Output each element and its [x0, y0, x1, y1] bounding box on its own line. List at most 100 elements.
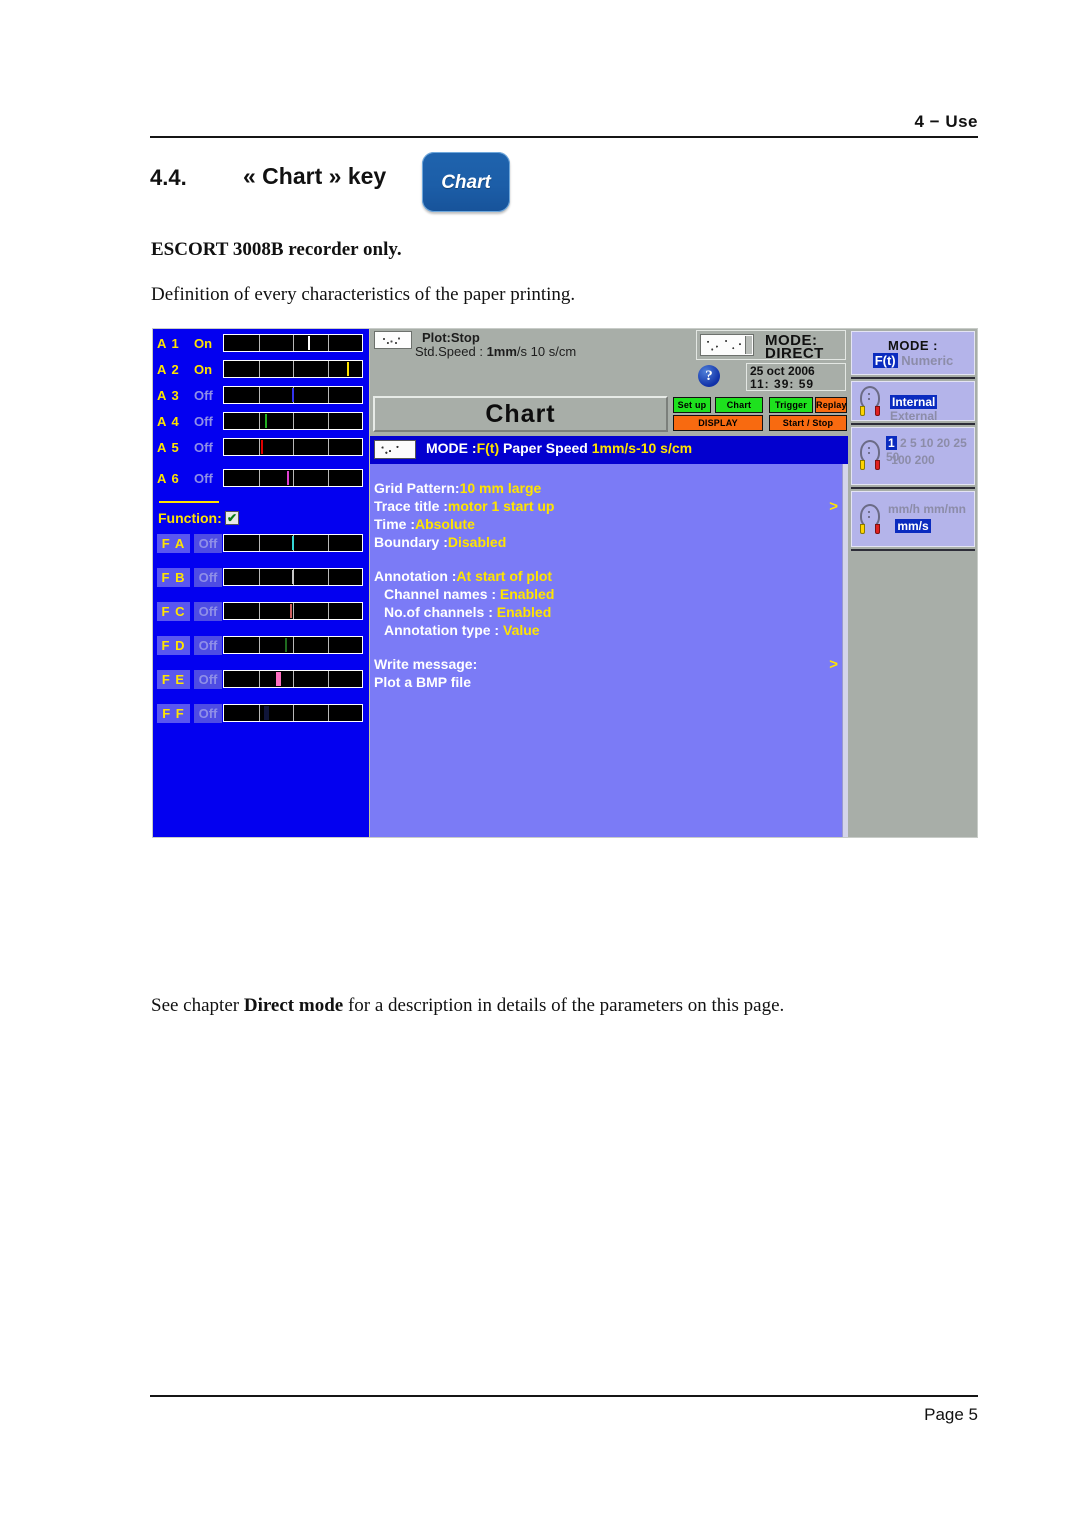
speed-option-selected[interactable]: 1	[886, 436, 897, 450]
parameter-row[interactable]: Trace title :motor 1 start up	[374, 498, 555, 514]
parameter-label: Boundary :	[374, 534, 448, 550]
channel-bargraph	[223, 534, 363, 552]
scrollbar[interactable]	[842, 464, 848, 837]
bargraph-tick	[293, 705, 294, 721]
panel-divider-1	[851, 377, 975, 379]
mode-select-panel[interactable]: MODE : F(t) Numeric	[851, 331, 975, 375]
channel-bargraph	[223, 636, 363, 654]
submenu-arrow-icon[interactable]: >	[829, 656, 838, 673]
channel-state[interactable]: Off	[194, 438, 222, 457]
channel-state[interactable]: Off	[194, 670, 222, 689]
parameter-row[interactable]: Annotation :At start of plot	[374, 568, 552, 584]
bargraph-tick	[258, 470, 260, 486]
parameter-value[interactable]: Absolute	[415, 516, 475, 532]
channel-bargraph	[223, 670, 363, 688]
datetime-box: 25 oct 2006 11: 39: 59	[746, 363, 846, 391]
channel-bargraph	[223, 386, 363, 404]
mode-option-ft[interactable]: F(t)	[872, 353, 898, 368]
bargraph-tick	[327, 705, 329, 721]
right-mode-values: F(t) Numeric	[852, 353, 974, 368]
mode-option-numeric[interactable]: Numeric	[901, 353, 953, 368]
see-chapter-prefix: See chapter	[151, 995, 244, 1016]
bargraph-tick	[258, 603, 260, 619]
parameter-value[interactable]: Enabled	[500, 586, 554, 602]
channel-state[interactable]: Off	[194, 469, 222, 488]
softkey-start-stop[interactable]: Start / Stop	[769, 415, 847, 431]
channel-name: F F	[157, 704, 190, 723]
std-speed-status: Std.Speed : 1mm/s 10 s/cm	[415, 344, 576, 359]
center-column: Plot:Stop Std.Speed : 1mm/s 10 s/cm MODE…	[370, 329, 848, 837]
chart-key-button[interactable]: Chart	[422, 152, 510, 212]
parameter-value[interactable]: 10 mm large	[460, 480, 542, 496]
softkey-display[interactable]: DISPLAY	[673, 415, 763, 431]
softkey-chart[interactable]: Chart	[715, 397, 763, 413]
parameter-row[interactable]: Channel names : Enabled	[384, 586, 554, 602]
channel-bargraph	[223, 438, 363, 456]
date-text: 25 oct 2006	[750, 364, 815, 378]
function-checkbox[interactable]: ✔	[225, 511, 239, 525]
time-text: 11: 39: 59	[750, 377, 815, 391]
channel-state[interactable]: Off	[194, 602, 222, 621]
softkey-replay[interactable]: Replay	[815, 397, 847, 413]
channel-cursor	[265, 414, 268, 428]
mode-bar-middle: Paper Speed	[499, 440, 592, 456]
channel-state[interactable]: Off	[194, 534, 222, 553]
bargraph-tick	[258, 637, 260, 653]
plot-status: Plot:Stop	[422, 330, 480, 345]
parameter-row[interactable]: Plot a BMP file	[374, 674, 471, 690]
parameter-value[interactable]: Enabled	[497, 604, 551, 620]
channel-bargraph	[223, 704, 363, 722]
clock-select-panel[interactable]: Internal External	[851, 381, 975, 423]
parameter-row[interactable]: Boundary :Disabled	[374, 534, 506, 550]
bargraph-tick	[293, 439, 294, 455]
clock-options: Internal External	[890, 395, 974, 423]
channel-state[interactable]: Off	[194, 412, 222, 431]
parameter-value[interactable]: At start of plot	[456, 568, 552, 584]
parameter-row[interactable]: Write message:	[374, 656, 477, 672]
bargraph-tick	[327, 361, 329, 377]
speed-select-panel[interactable]: 1 2 5 10 20 25 50 100 200	[851, 427, 975, 485]
title-row: Chart Set up Chart Trigger Replay DISPLAY Sta…	[370, 394, 848, 436]
std-speed-label: Std.Speed :	[415, 344, 487, 359]
parameter-row[interactable]: Grid Pattern:10 mm large	[374, 480, 541, 496]
subtitle-bold: ESCORT 3008B recorder only.	[151, 239, 402, 260]
channel-state[interactable]: Off	[194, 704, 222, 723]
bargraph-tick	[293, 603, 294, 619]
parameter-value[interactable]: Value	[503, 622, 540, 638]
softkey-set-up[interactable]: Set up	[673, 397, 711, 413]
printer-small-icon	[374, 440, 416, 459]
bargraph-tick	[258, 387, 260, 403]
channel-state[interactable]: Off	[194, 636, 222, 655]
channel-state[interactable]: Off	[194, 386, 222, 405]
unit-options[interactable]: mm/h mm/mn	[888, 502, 966, 516]
footer-page-number: Page 5	[924, 1405, 978, 1424]
parameter-row[interactable]: No.of channels : Enabled	[384, 604, 551, 620]
parameter-row[interactable]: Annotation type : Value	[384, 622, 540, 638]
speed-options-row2[interactable]: 100 200	[852, 453, 974, 467]
unit-option-selected[interactable]: mm/s	[895, 519, 931, 533]
parameter-value[interactable]: motor 1 start up	[448, 498, 555, 514]
chart-key-label: Chart	[441, 172, 491, 193]
parameter-row[interactable]: Time :Absolute	[374, 516, 475, 532]
footer-divider	[150, 1395, 978, 1397]
channel-name: F C	[157, 602, 190, 621]
help-icon[interactable]: ?	[698, 365, 720, 387]
clock-option-external[interactable]: External	[890, 409, 937, 423]
bargraph-tick	[258, 671, 260, 687]
submenu-arrow-icon[interactable]: >	[829, 498, 838, 515]
channel-state[interactable]: On	[194, 334, 222, 353]
channel-state[interactable]: On	[194, 360, 222, 379]
see-chapter-text: See chapter Direct mode for a descriptio…	[151, 995, 784, 1017]
channel-cursor	[291, 570, 294, 584]
softkey-trigger[interactable]: Trigger	[769, 397, 813, 413]
unit-select-panel[interactable]: mm/h mm/mn mm/s	[851, 491, 975, 547]
parameter-value[interactable]: Disabled	[448, 534, 506, 550]
channel-name: A 2	[157, 362, 180, 377]
channel-cursor	[290, 604, 293, 618]
channel-state[interactable]: Off	[194, 568, 222, 587]
channel-name: F B	[157, 568, 190, 587]
mode-bar-prefix: MODE :	[426, 440, 477, 456]
channel-name: A 4	[157, 414, 180, 429]
std-speed-value-bold: 1mm	[486, 344, 517, 359]
clock-option-internal[interactable]: Internal	[890, 395, 938, 409]
